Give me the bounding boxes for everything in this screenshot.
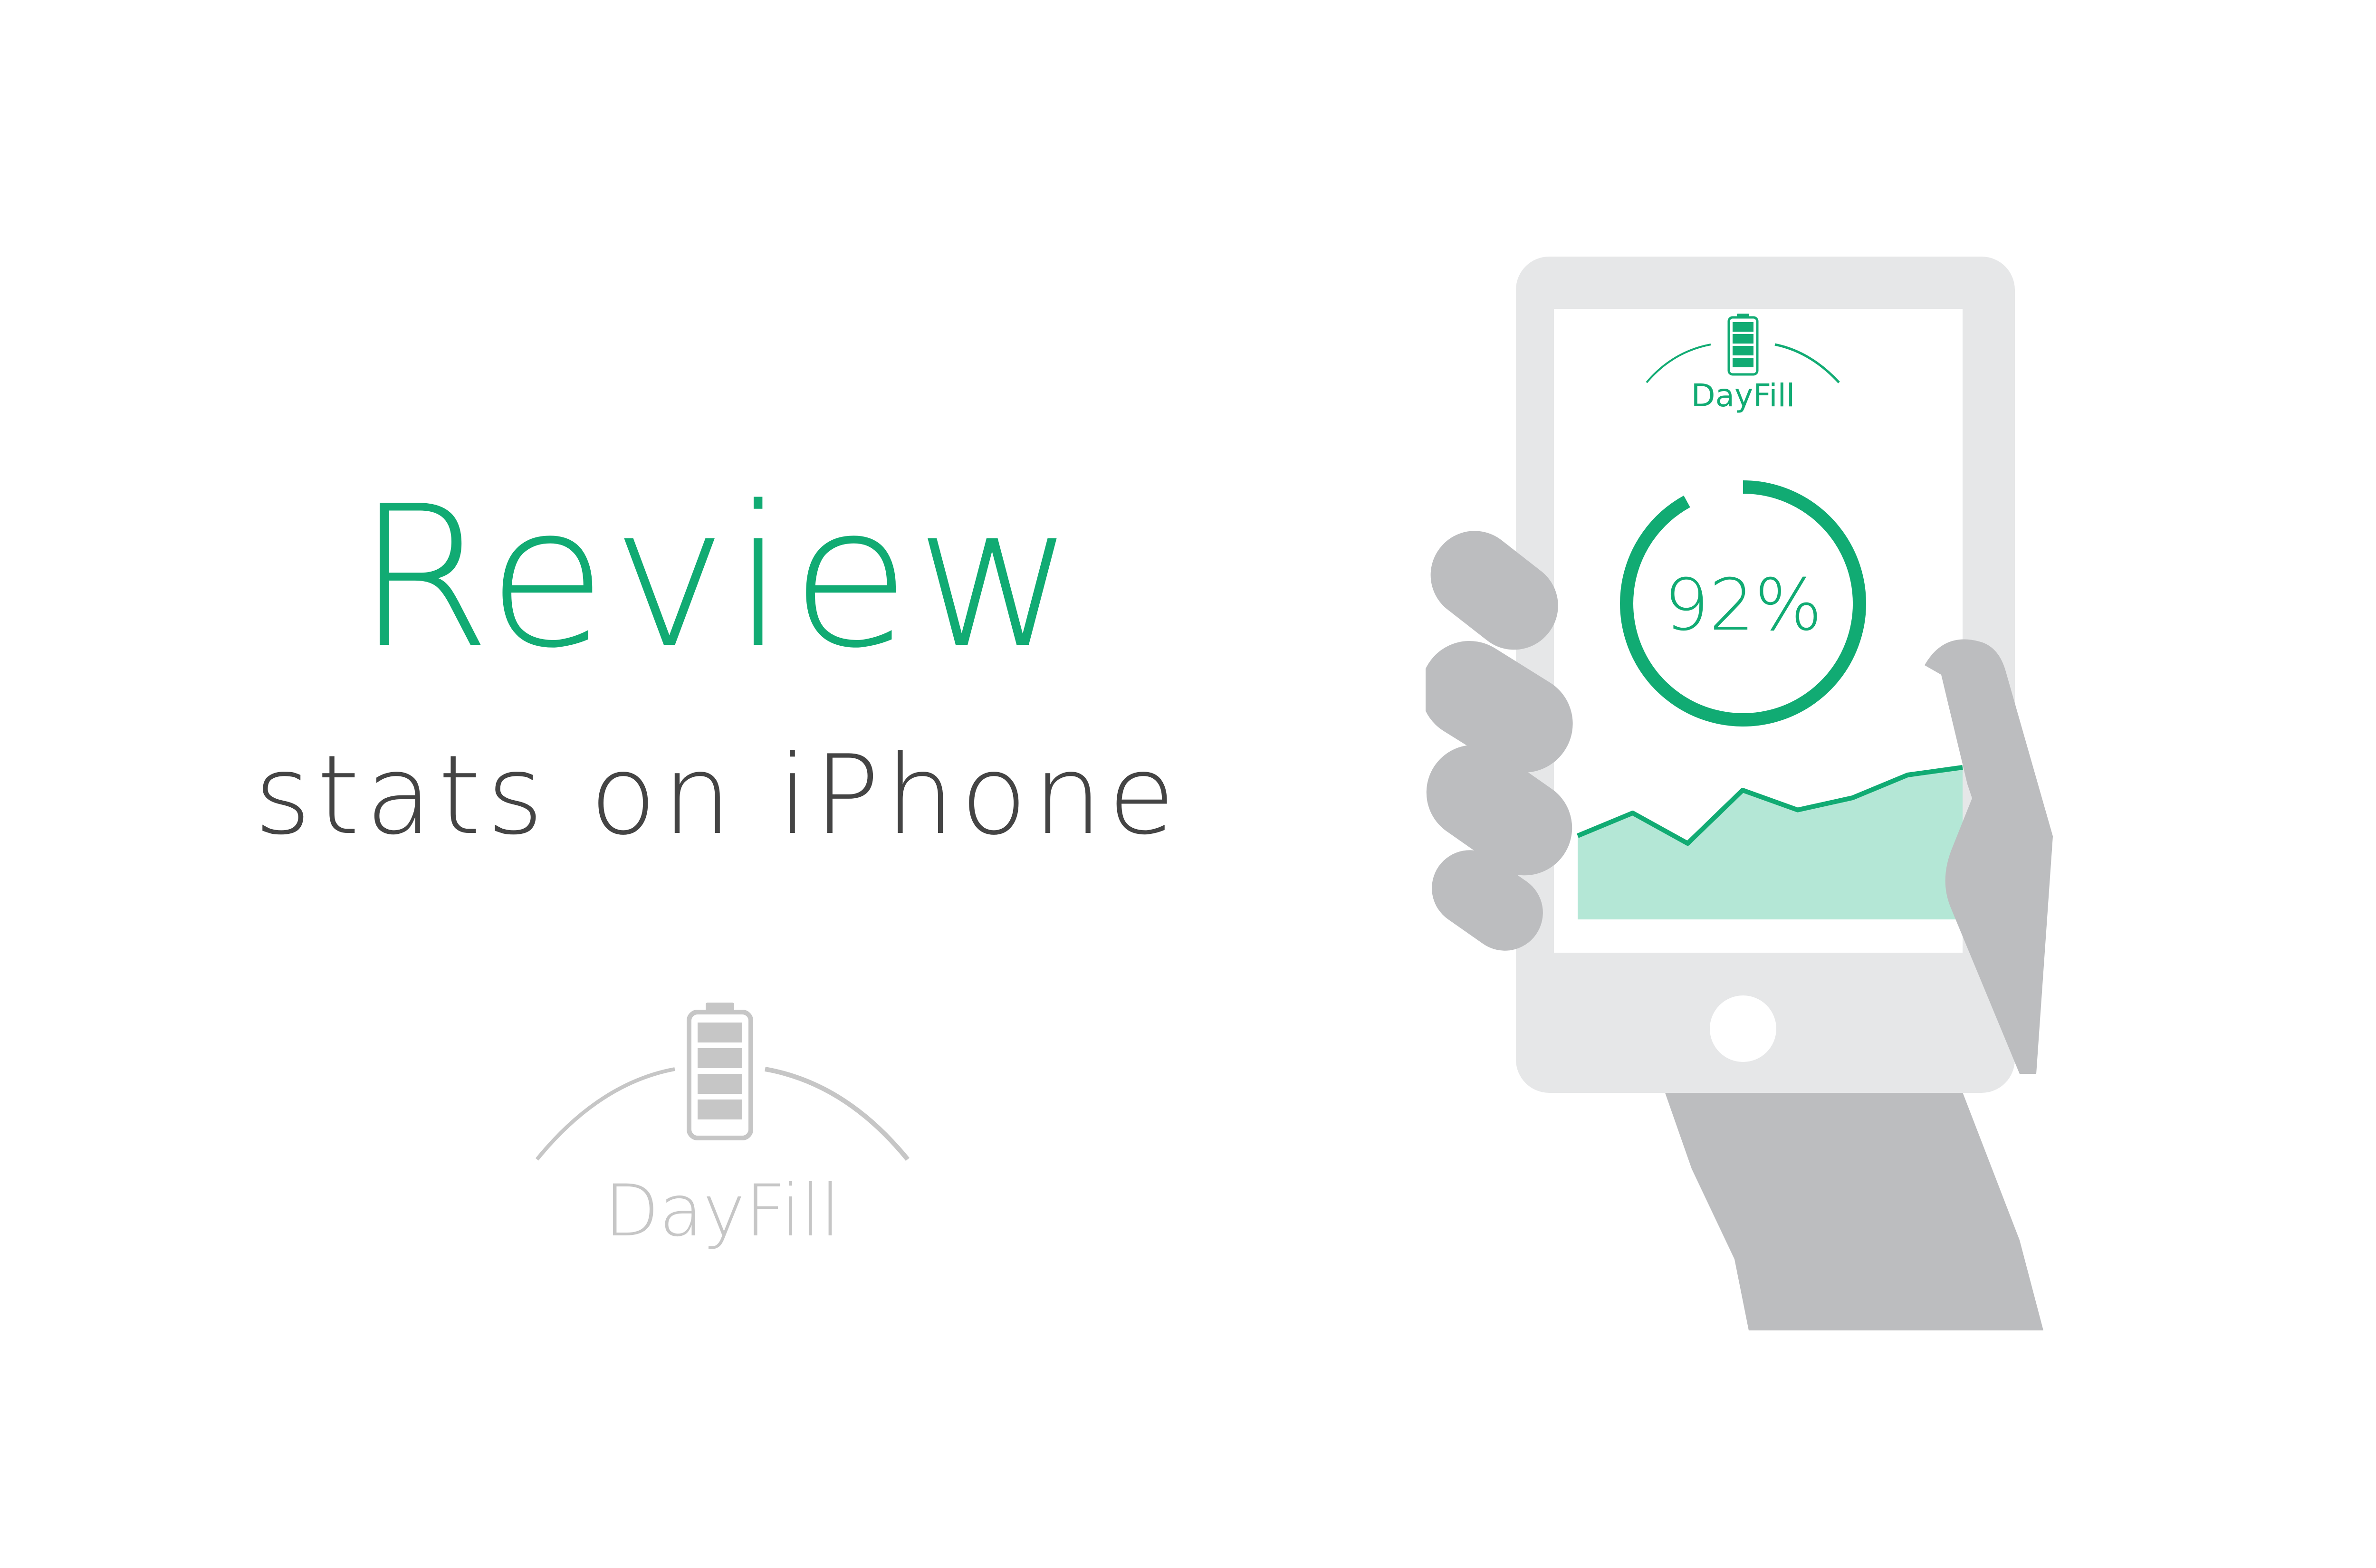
screen-logo-wordmark: DayFill <box>1691 377 1795 414</box>
logo-arc-left <box>535 1067 675 1161</box>
home-button[interactable] <box>1710 995 1776 1062</box>
screen-battery-icon <box>1727 314 1759 376</box>
battery-icon <box>687 1003 753 1140</box>
hand-palm <box>1658 1074 2043 1330</box>
progress-label: 92% <box>1664 564 1822 647</box>
logo-wordmark: DayFill <box>604 1170 841 1252</box>
dayfill-logo: DayFill <box>535 1003 910 1252</box>
logo-arc-right <box>765 1067 910 1161</box>
headline-subtitle: stats on iPhone <box>254 732 1181 859</box>
headline-title: Review <box>355 464 1080 691</box>
phone-in-hand-illustration: DayFill 92% <box>1426 257 2053 1330</box>
